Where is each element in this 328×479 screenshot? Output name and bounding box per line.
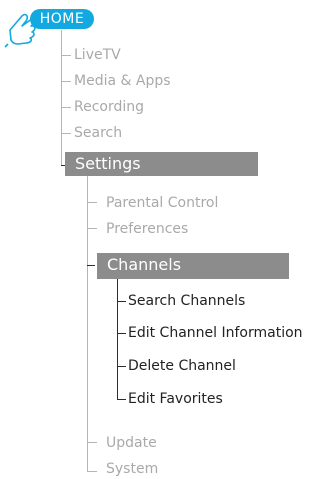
tree-branch: [117, 333, 126, 334]
settings-label: Settings: [75, 154, 141, 173]
tree-branch: [117, 399, 126, 400]
tree-line-level2: [87, 176, 88, 472]
home-button[interactable]: HOME: [30, 9, 94, 29]
tree-branch: [87, 471, 97, 472]
home-label: HOME: [39, 11, 85, 27]
tree-line-level3: [117, 279, 118, 400]
menu-item-livetv[interactable]: LiveTV: [74, 47, 121, 63]
tree-branch: [87, 228, 97, 229]
menu-item-edit-favorites[interactable]: Edit Favorites: [128, 391, 223, 407]
menu-item-system[interactable]: System: [106, 461, 158, 477]
tree-branch: [117, 366, 126, 367]
tree-branch: [61, 107, 71, 108]
tree-branch-active: [87, 265, 95, 266]
tree-branch: [61, 81, 71, 82]
menu-item-parental-control[interactable]: Parental Control: [106, 195, 218, 211]
menu-item-delete-channel[interactable]: Delete Channel: [128, 358, 236, 374]
tree-branch: [87, 202, 97, 203]
tree-branch: [61, 55, 71, 56]
tree-branch: [87, 442, 97, 443]
menu-item-media-apps[interactable]: Media & Apps: [74, 73, 171, 89]
menu-item-update[interactable]: Update: [106, 435, 157, 451]
channels-label: Channels: [107, 255, 182, 274]
menu-item-search-channels[interactable]: Search Channels: [128, 293, 245, 309]
menu-item-search[interactable]: Search: [74, 125, 122, 141]
menu-item-preferences[interactable]: Preferences: [106, 221, 188, 237]
menu-item-edit-channel-information[interactable]: Edit Channel Information: [128, 325, 303, 341]
tree-line-level1: [61, 30, 62, 166]
tree-branch: [117, 301, 126, 302]
menu-item-channels[interactable]: Channels: [97, 253, 289, 279]
tree-branch: [61, 133, 71, 134]
menu-item-settings[interactable]: Settings: [65, 152, 258, 176]
menu-item-recording[interactable]: Recording: [74, 99, 144, 115]
